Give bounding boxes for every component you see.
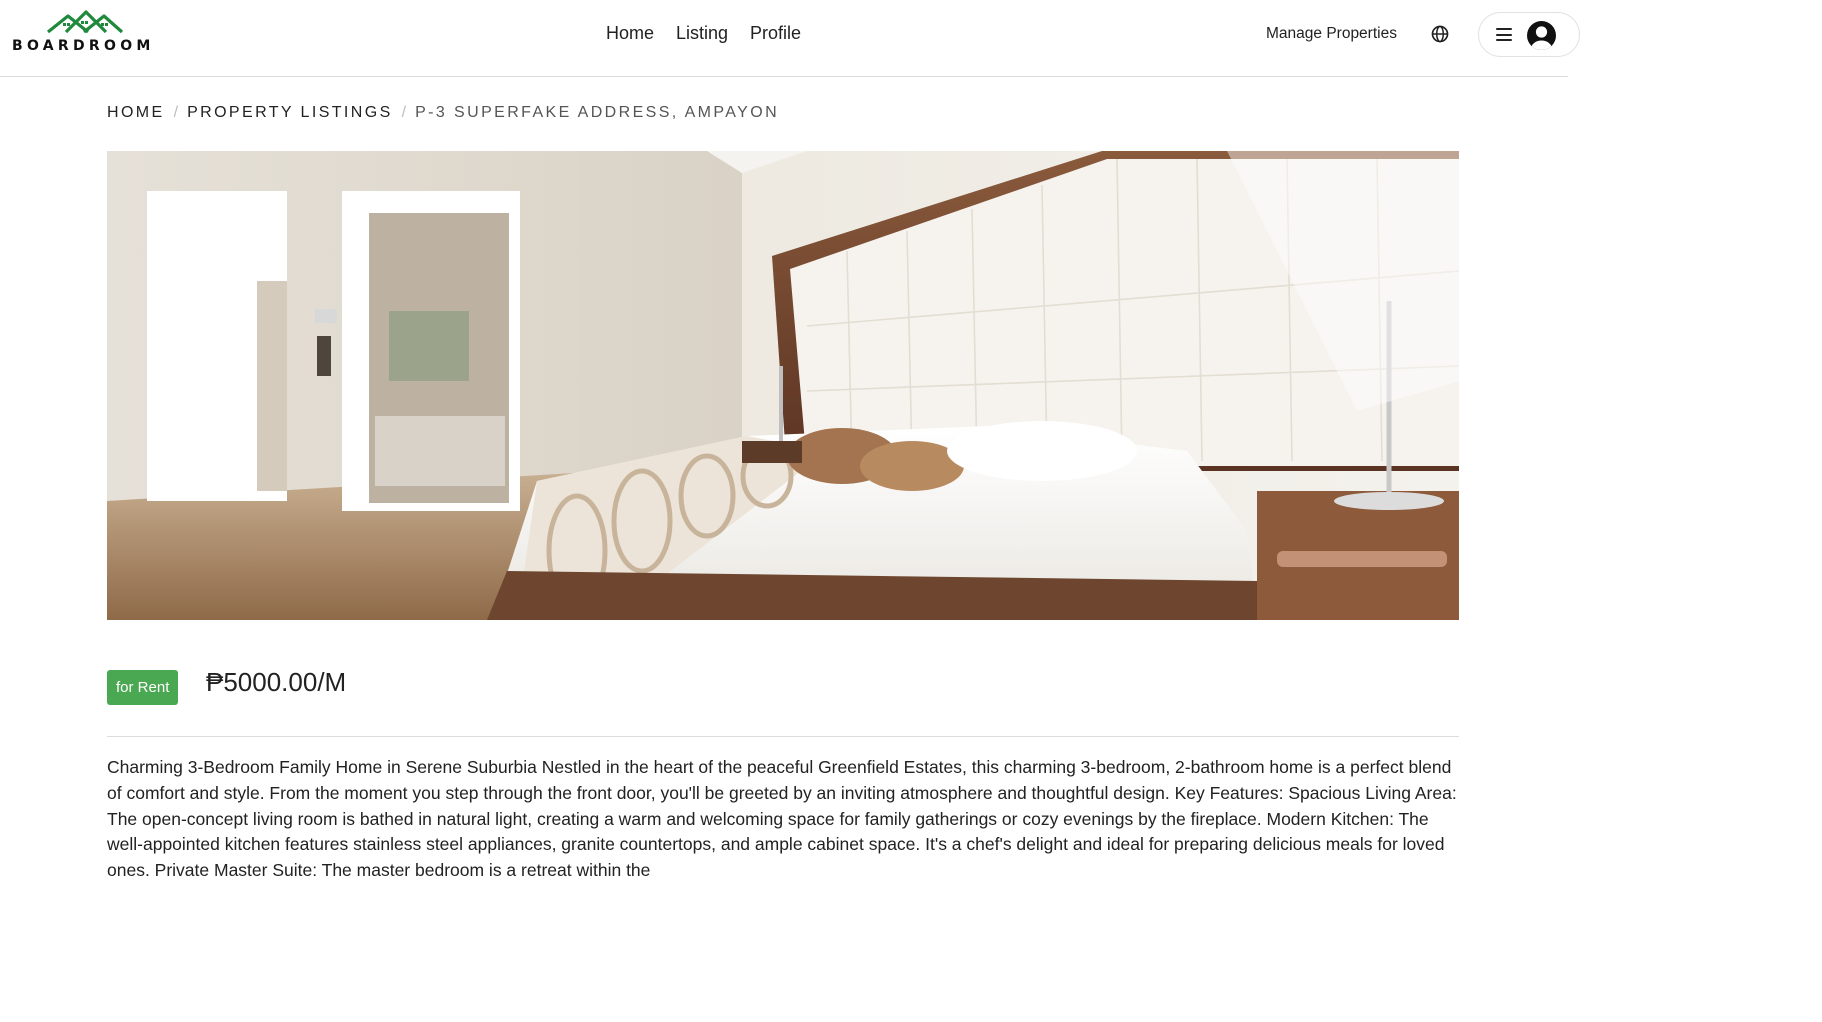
property-photo[interactable]	[107, 151, 1459, 620]
breadcrumb-separator: /	[401, 104, 407, 121]
user-menu-button[interactable]	[1478, 12, 1580, 57]
nav-home[interactable]: Home	[606, 23, 654, 44]
nav-listing[interactable]: Listing	[676, 23, 728, 44]
hamburger-icon	[1496, 28, 1512, 41]
top-navbar: BOARDROOM Home Listing Profile Manage Pr…	[0, 0, 1580, 77]
section-divider	[107, 736, 1459, 737]
listing-description: Charming 3-Bedroom Family Home in Serene…	[107, 757, 1457, 881]
manage-properties-link[interactable]: Manage Properties	[1266, 25, 1397, 43]
house-roofs-icon	[47, 10, 124, 34]
breadcrumb: HOME / PROPERTY LISTINGS / P-3 SUPERFAKE ADD…	[107, 104, 779, 122]
brand-logo[interactable]: BOARDROOM	[12, 6, 162, 56]
listing-status-badge: for Rent	[107, 670, 179, 705]
nav-profile[interactable]: Profile	[750, 23, 801, 44]
breadcrumb-separator: /	[173, 104, 179, 121]
breadcrumb-home[interactable]: HOME	[107, 104, 165, 121]
globe-icon[interactable]	[1430, 24, 1450, 44]
user-avatar-icon	[1527, 21, 1556, 50]
breadcrumb-property-listings[interactable]: PROPERTY LISTINGS	[187, 104, 393, 121]
listing-price: ₱5000.00/M	[206, 667, 347, 697]
breadcrumb-current: P-3 SUPERFAKE ADDRESS, AMPAYON	[415, 104, 780, 121]
main-nav: Home Listing Profile	[606, 23, 801, 44]
brand-name: BOARDROOM	[12, 38, 155, 54]
